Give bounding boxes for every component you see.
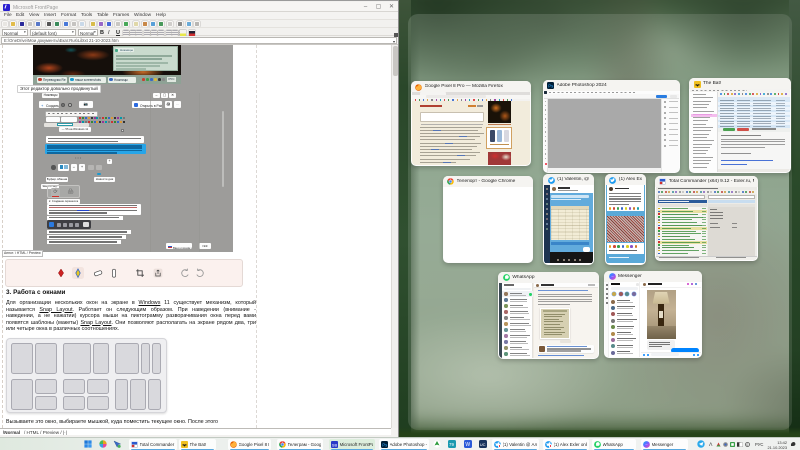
svg-text:0: 0 — [746, 443, 748, 447]
svg-text:SB: SB — [332, 443, 338, 448]
svg-text:Ps: Ps — [382, 443, 388, 448]
svg-text:W: W — [465, 442, 470, 448]
svg-text:Ps: Ps — [548, 83, 554, 88]
svg-text:UC: UC — [480, 442, 486, 447]
svg-text:79: 79 — [449, 442, 454, 447]
